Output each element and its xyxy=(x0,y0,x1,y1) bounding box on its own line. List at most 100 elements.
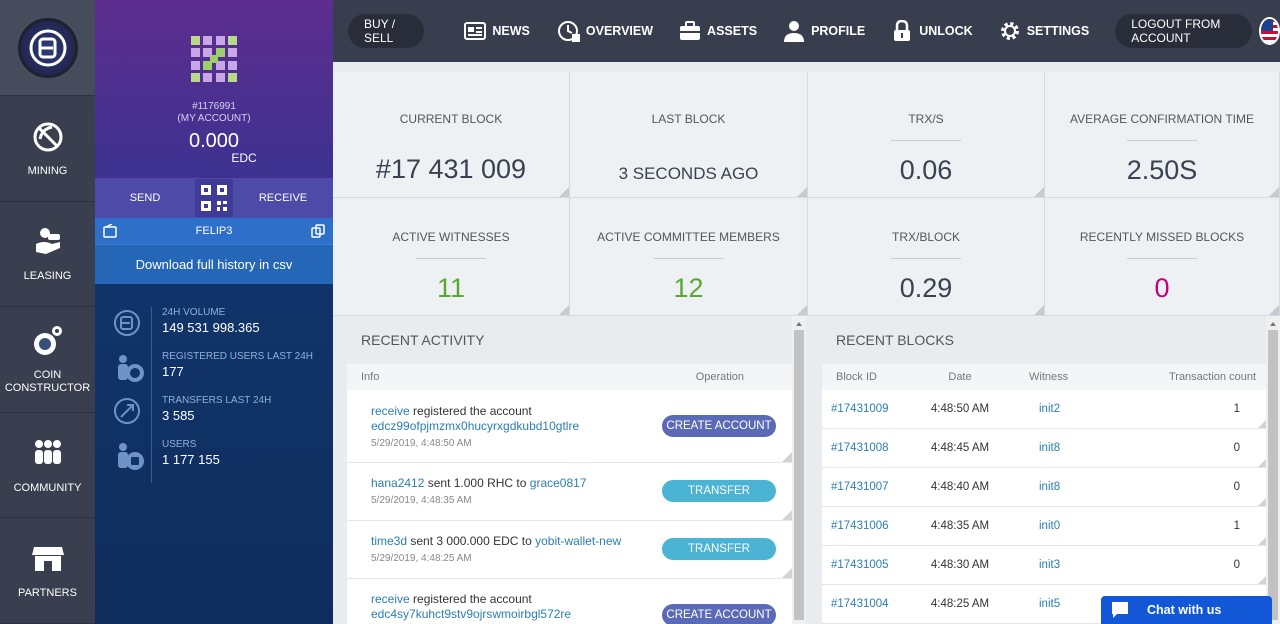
activity-text: sent 3 000.000 EDC to xyxy=(407,534,536,548)
scroll-up-icon[interactable] xyxy=(1266,319,1280,329)
rail-item-leasing[interactable]: LEASING xyxy=(0,202,95,308)
scrollbar-thumb[interactable] xyxy=(794,330,804,620)
rail-item-coin-constructor[interactable]: COIN CONSTRUCTOR xyxy=(0,307,95,413)
tile-trx-per-block: TRX/BLOCK 0.29 xyxy=(808,198,1045,316)
nav-unlock-label: UNLOCK xyxy=(919,24,973,38)
edc-logo[interactable] xyxy=(17,17,78,78)
account-currency: EDC xyxy=(231,151,257,165)
activity-target-link[interactable]: yobit-wallet-new xyxy=(535,534,621,548)
logo-cell[interactable] xyxy=(0,0,95,96)
nav-assets-label: ASSETS xyxy=(707,24,758,38)
wallet-icon[interactable] xyxy=(103,224,117,238)
transfer-button[interactable]: TRANSFER xyxy=(662,538,776,560)
transfer-button[interactable]: TRANSFER xyxy=(662,480,776,502)
recent-blocks-panel: RECENT BLOCKS Block ID Date Witness Tran… xyxy=(822,316,1266,624)
qr-code-button[interactable] xyxy=(195,179,233,217)
activity-actor-link[interactable]: hana2412 xyxy=(371,476,424,490)
block-id-link[interactable]: #17431007 xyxy=(822,481,910,493)
rail-label-leasing: LEASING xyxy=(23,270,72,283)
news-icon xyxy=(464,22,487,40)
table-row: #17431008 4:48:45 AM init8 0 xyxy=(822,429,1266,468)
send-button[interactable]: SEND xyxy=(95,192,195,204)
logout-button[interactable]: LOGOUT FROM ACCOUNT xyxy=(1115,14,1253,48)
block-id-link[interactable]: #17431004 xyxy=(822,598,910,610)
activity-scrollbar[interactable] xyxy=(792,316,806,624)
community-icon xyxy=(34,439,61,464)
row-corner xyxy=(782,510,792,520)
activity-target-link[interactable]: edcz99ofpjmzmx0hucyrxgdkubd10gtlre xyxy=(371,419,579,433)
transaction-count: 0 xyxy=(1233,481,1240,493)
nav-news[interactable]: NEWS xyxy=(464,20,530,42)
rail-label-coin-constructor: COIN CONSTRUCTOR xyxy=(4,369,91,395)
blocks-scrollbar[interactable] xyxy=(1266,316,1280,624)
chat-label: Chat with us xyxy=(1147,603,1222,617)
nav-news-label: NEWS xyxy=(492,24,530,38)
language-flag-icon[interactable] xyxy=(1259,17,1280,45)
tile-value: 11 xyxy=(436,273,466,303)
nav-profile[interactable]: PROFILE xyxy=(783,20,865,42)
account-header: #1176991 (MY ACCOUNT) 0.000 EDC xyxy=(95,0,333,178)
block-id-link[interactable]: #17431008 xyxy=(822,442,910,454)
stat-label: 24H VOLUME xyxy=(162,307,226,318)
nav-unlock[interactable]: UNLOCK xyxy=(891,20,973,42)
stat-value: 149 531 998.365 xyxy=(162,320,260,335)
nav-settings[interactable]: SETTINGS xyxy=(999,20,1090,42)
download-csv-button[interactable]: Download full history in csv xyxy=(95,244,333,284)
transaction-count: 1 xyxy=(1233,520,1240,532)
col-operation: Operation xyxy=(695,371,744,383)
rail-label-community: COMMUNITY xyxy=(13,481,82,494)
witness-link[interactable]: init3 xyxy=(1010,559,1090,571)
create-account-button[interactable]: CREATE ACCOUNT xyxy=(662,604,776,624)
activity-actor-link[interactable]: time3d xyxy=(371,534,407,548)
tile-value: 12 xyxy=(673,273,704,303)
activity-actor-link[interactable]: receive xyxy=(371,592,410,606)
create-account-button[interactable]: CREATE ACCOUNT xyxy=(662,415,776,437)
receive-button[interactable]: RECEIVE xyxy=(233,192,333,204)
activity-row: time3d sent 3 000.000 EDC to yobit-walle… xyxy=(347,521,792,579)
chat-with-us-button[interactable]: Chat with us xyxy=(1101,596,1272,624)
block-id-link[interactable]: #17431005 xyxy=(822,559,910,571)
scrollbar-thumb[interactable] xyxy=(1268,330,1278,620)
tile-value: 0.06 xyxy=(899,155,953,185)
icon-rail: MINING LEASING COIN CONSTRUCTOR COMMUNIT… xyxy=(0,0,95,624)
tile-label: TRX/BLOCK xyxy=(891,230,960,244)
activity-target-link[interactable]: edc4sy7kuhct9stv9ojrswmoirbgl572re xyxy=(371,607,571,621)
leasing-icon xyxy=(35,228,60,255)
buy-sell-button[interactable]: BUY / SELL xyxy=(348,14,425,48)
tile-corner xyxy=(559,305,569,315)
blocks-table-header: Block ID Date Witness Transaction count xyxy=(822,364,1266,390)
row-corner xyxy=(1258,498,1266,506)
col-date: Date xyxy=(948,371,972,383)
tile-value: 0 xyxy=(1154,273,1170,303)
witness-link[interactable]: init8 xyxy=(1010,481,1090,493)
activity-text: registered the account xyxy=(409,404,532,418)
witness-link[interactable]: init0 xyxy=(1010,520,1090,532)
tile-active-committee: ACTIVE COMMITTEE MEMBERS 12 xyxy=(570,198,808,316)
row-corner xyxy=(1258,576,1266,584)
tile-label: CURRENT BLOCK xyxy=(399,112,503,126)
assets-icon xyxy=(680,21,701,40)
witness-link[interactable]: init8 xyxy=(1010,442,1090,454)
account-avatar-icon[interactable] xyxy=(191,36,237,82)
witness-link[interactable]: init2 xyxy=(1010,403,1090,415)
rail-item-partners[interactable]: PARTNERS xyxy=(0,518,95,624)
block-id-link[interactable]: #17431009 xyxy=(822,403,910,415)
nav-overview[interactable]: OVERVIEW xyxy=(557,20,653,42)
tile-average-confirmation: AVERAGE CONFIRMATION TIME 2.50S xyxy=(1045,72,1280,198)
copy-icon[interactable] xyxy=(311,224,325,238)
scroll-up-icon[interactable] xyxy=(792,319,806,329)
activity-target-link[interactable]: grace0817 xyxy=(530,476,587,490)
block-id-link[interactable]: #17431006 xyxy=(822,520,910,532)
tile-label: ACTIVE COMMITTEE MEMBERS xyxy=(597,230,780,244)
tile-active-witnesses: ACTIVE WITNESSES 11 xyxy=(333,198,570,316)
send-receive-bar: SEND RECEIVE xyxy=(95,178,333,218)
tile-label: AVERAGE CONFIRMATION TIME xyxy=(1069,112,1254,126)
rail-item-mining[interactable]: MINING xyxy=(0,96,95,202)
my-account-label: (MY ACCOUNT) xyxy=(177,113,251,124)
rail-item-community[interactable]: COMMUNITY xyxy=(0,413,95,519)
activity-actor-link[interactable]: receive xyxy=(371,404,410,418)
nav-assets[interactable]: ASSETS xyxy=(679,20,757,42)
witness-link[interactable]: init5 xyxy=(1010,598,1090,610)
nav-settings-label: SETTINGS xyxy=(1026,24,1090,38)
stat-value: 3 585 xyxy=(162,408,195,423)
